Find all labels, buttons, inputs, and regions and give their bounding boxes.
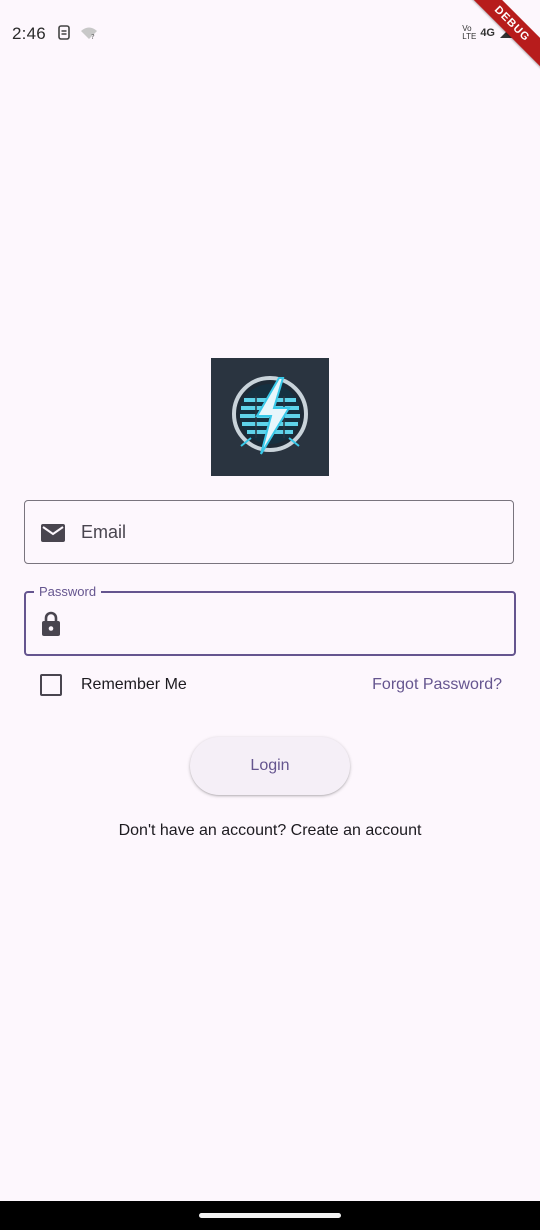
- system-nav-bar: [0, 1201, 540, 1230]
- wifi-question-icon: ?: [80, 26, 98, 45]
- password-label: Password: [34, 584, 102, 599]
- volte-indicator: Vo LTE: [462, 24, 477, 41]
- status-bar: 2:46 ? Vo LTE 4G: [0, 0, 540, 66]
- sim-icon: [58, 25, 70, 45]
- home-indicator[interactable]: [199, 1213, 341, 1218]
- lock-icon: [40, 611, 62, 642]
- remember-me-label[interactable]: Remember Me: [81, 676, 187, 694]
- forgot-password-link[interactable]: Forgot Password?: [372, 676, 502, 694]
- login-button[interactable]: Login: [190, 737, 350, 795]
- email-field[interactable]: Email: [24, 500, 514, 564]
- svg-text:?: ?: [91, 33, 95, 40]
- password-field[interactable]: Password: [24, 584, 516, 656]
- remember-me-checkbox[interactable]: [40, 674, 62, 696]
- status-time: 2:46: [12, 24, 46, 43]
- mail-icon: [40, 522, 66, 549]
- email-placeholder: Email: [81, 522, 127, 542]
- network-type: 4G: [480, 27, 495, 39]
- app-logo: [211, 358, 329, 476]
- lightning-bolt-logo: [211, 358, 329, 476]
- create-account-link[interactable]: Don't have an account? Create an account: [0, 822, 540, 840]
